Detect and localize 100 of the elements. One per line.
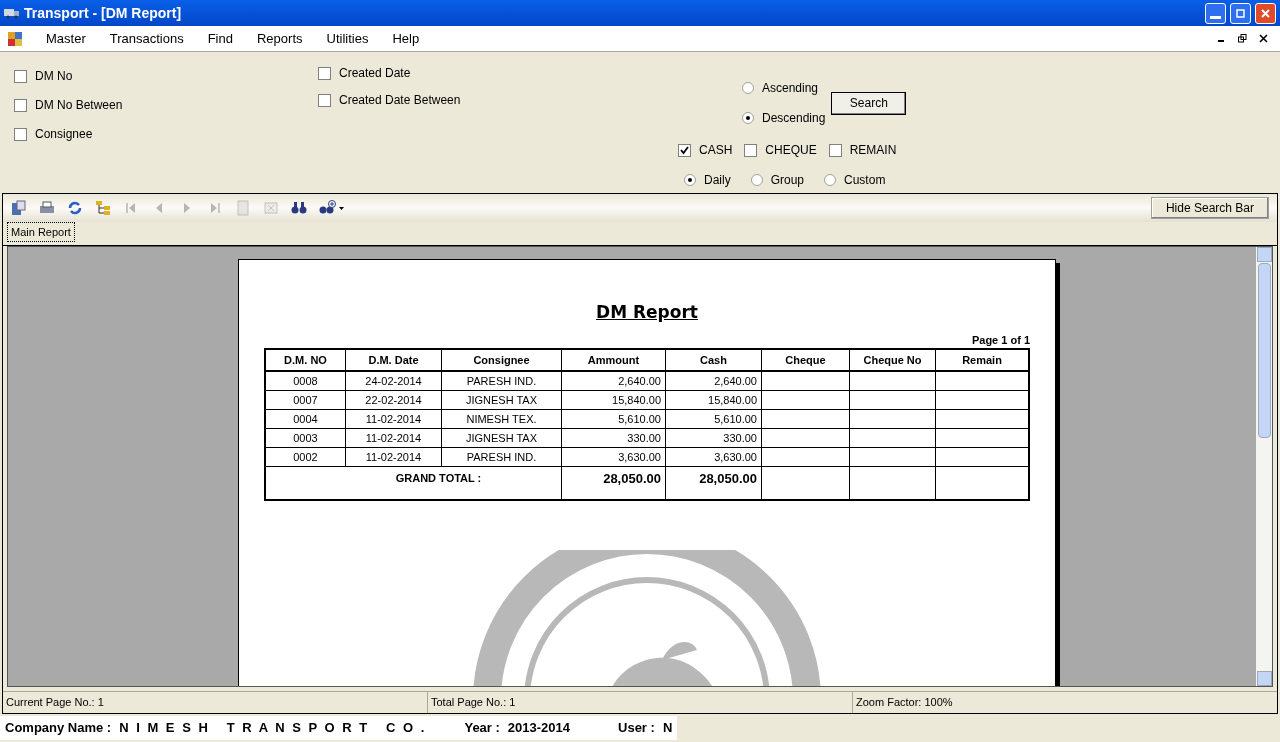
table-cell: 15,840.00 <box>666 391 762 409</box>
table-cell: JIGNESH TAX <box>442 429 562 447</box>
checkbox-label: DM No Between <box>35 97 123 114</box>
checkbox[interactable] <box>318 66 331 80</box>
table-cell: 3,630.00 <box>562 448 666 466</box>
status-text: Total Page No.: 1 <box>431 695 516 711</box>
checkbox-label: CASH <box>699 142 733 159</box>
checkbox[interactable] <box>678 143 691 157</box>
column-header: Cheque No <box>850 350 936 370</box>
table-cell: 5,610.00 <box>562 410 666 428</box>
radio-button[interactable] <box>684 174 696 186</box>
checkbox[interactable] <box>318 93 331 107</box>
table-cell: 0003 <box>266 429 346 447</box>
radio-label: Ascending <box>762 80 819 97</box>
menu-item[interactable]: Help <box>380 28 432 49</box>
checkbox[interactable] <box>14 69 27 83</box>
scrollbar[interactable] <box>1256 247 1272 686</box>
table-cell: JIGNESH TAX <box>442 391 562 409</box>
company-name: N I M E S H T R A N S P O R T C O . <box>119 719 427 738</box>
column-header: Cash <box>666 350 762 370</box>
menu-item[interactable]: Master <box>34 28 98 49</box>
checkbox[interactable] <box>14 98 27 112</box>
maximize-icon <box>1235 7 1246 19</box>
app-icon <box>8 31 22 46</box>
radio-button[interactable] <box>742 82 754 94</box>
close-icon <box>1260 7 1271 19</box>
restore-icon[interactable] <box>1238 34 1247 43</box>
checkbox-label: Created Date <box>339 65 411 82</box>
close-button[interactable] <box>1255 2 1276 24</box>
column-header: Consignee <box>442 350 562 370</box>
truck-icon <box>4 7 20 19</box>
hide-search-bar-button[interactable]: Hide Search Bar <box>1150 197 1269 219</box>
user-value: N <box>662 719 673 738</box>
tree-icon[interactable] <box>95 200 111 216</box>
menu-item[interactable]: Transactions <box>97 28 196 49</box>
table-cell: PARESH IND. <box>442 372 562 390</box>
grand-total-label: GRAND TOTAL : <box>395 471 482 486</box>
table-cell: 3,630.00 <box>666 448 762 466</box>
table-cell: 2,640.00 <box>666 372 762 390</box>
radio-button[interactable] <box>742 112 754 124</box>
column-header: Cheque <box>762 350 850 370</box>
status-text: Zoom Factor: 100% <box>856 695 953 711</box>
close-icon[interactable] <box>1259 34 1268 43</box>
table-cell: 11-02-2014 <box>346 429 442 447</box>
checkbox-label: Created Date Between <box>339 92 461 109</box>
radio-button[interactable] <box>824 174 837 186</box>
table-cell: 0004 <box>266 410 346 428</box>
column-header: D.M. NO <box>266 350 346 370</box>
menu-item[interactable]: Reports <box>244 28 315 49</box>
report-tab[interactable]: Main Report <box>7 221 75 242</box>
total-cash: 28,050.00 <box>699 470 757 488</box>
company-label: Company Name : <box>5 719 112 738</box>
table-cell: NIMESH TEX. <box>442 410 562 428</box>
menu-item[interactable]: Find <box>195 28 245 49</box>
user-label: User : <box>618 719 655 738</box>
radio-label: Group <box>770 172 805 189</box>
radio-label: Descending <box>762 110 826 127</box>
column-header: D.M. Date <box>346 350 442 370</box>
total-amount: 28,050.00 <box>603 470 661 488</box>
binoculars-icon[interactable] <box>291 200 307 216</box>
zoom-dropdown-icon[interactable] <box>319 200 345 216</box>
report-title: DM Report <box>596 301 698 324</box>
table-cell: 22-02-2014 <box>346 391 442 409</box>
table-cell: PARESH IND. <box>442 448 562 466</box>
maximize-button[interactable] <box>1230 2 1251 24</box>
table-cell: 11-02-2014 <box>346 410 442 428</box>
menu-item[interactable]: Utilities <box>314 28 381 49</box>
table-cell: 330.00 <box>562 429 666 447</box>
table-cell: 2,640.00 <box>562 372 666 390</box>
checkbox-label: Consignee <box>35 126 93 143</box>
year-label: Year : <box>464 719 500 738</box>
column-header: Ammount <box>562 350 666 370</box>
search-button[interactable]: Search <box>831 91 907 115</box>
radio-label: Daily <box>704 172 731 189</box>
checkbox[interactable] <box>744 143 758 157</box>
table-cell: 0002 <box>266 448 346 466</box>
checkbox-label: CHEQUE <box>765 142 817 159</box>
table-cell: 0008 <box>266 372 346 390</box>
refresh-icon[interactable] <box>67 200 83 216</box>
radio-label: Custom <box>844 172 886 189</box>
table-cell: 5,610.00 <box>666 410 762 428</box>
table-cell: 0007 <box>266 391 346 409</box>
table-cell: 15,840.00 <box>562 391 666 409</box>
checkbox-label: DM No <box>35 68 73 85</box>
checkbox-label: REMAIN <box>849 142 897 159</box>
export-icon[interactable] <box>11 200 27 216</box>
table-cell: 24-02-2014 <box>346 372 442 390</box>
window-title: Transport - [DM Report] <box>24 3 182 23</box>
checkbox[interactable] <box>14 127 27 141</box>
minimize-button[interactable] <box>1205 2 1226 24</box>
column-header: Remain <box>961 352 1003 368</box>
minimize-icon <box>1210 15 1221 19</box>
table-cell: 330.00 <box>666 429 762 447</box>
status-text: Current Page No.: 1 <box>6 695 104 711</box>
printer-icon[interactable] <box>39 200 55 216</box>
checkbox[interactable] <box>828 143 842 157</box>
page-number: Page 1 of 1 <box>971 332 1030 348</box>
table-cell: 11-02-2014 <box>346 448 442 466</box>
year-value: 2013-2014 <box>507 719 570 738</box>
radio-button[interactable] <box>750 174 763 186</box>
